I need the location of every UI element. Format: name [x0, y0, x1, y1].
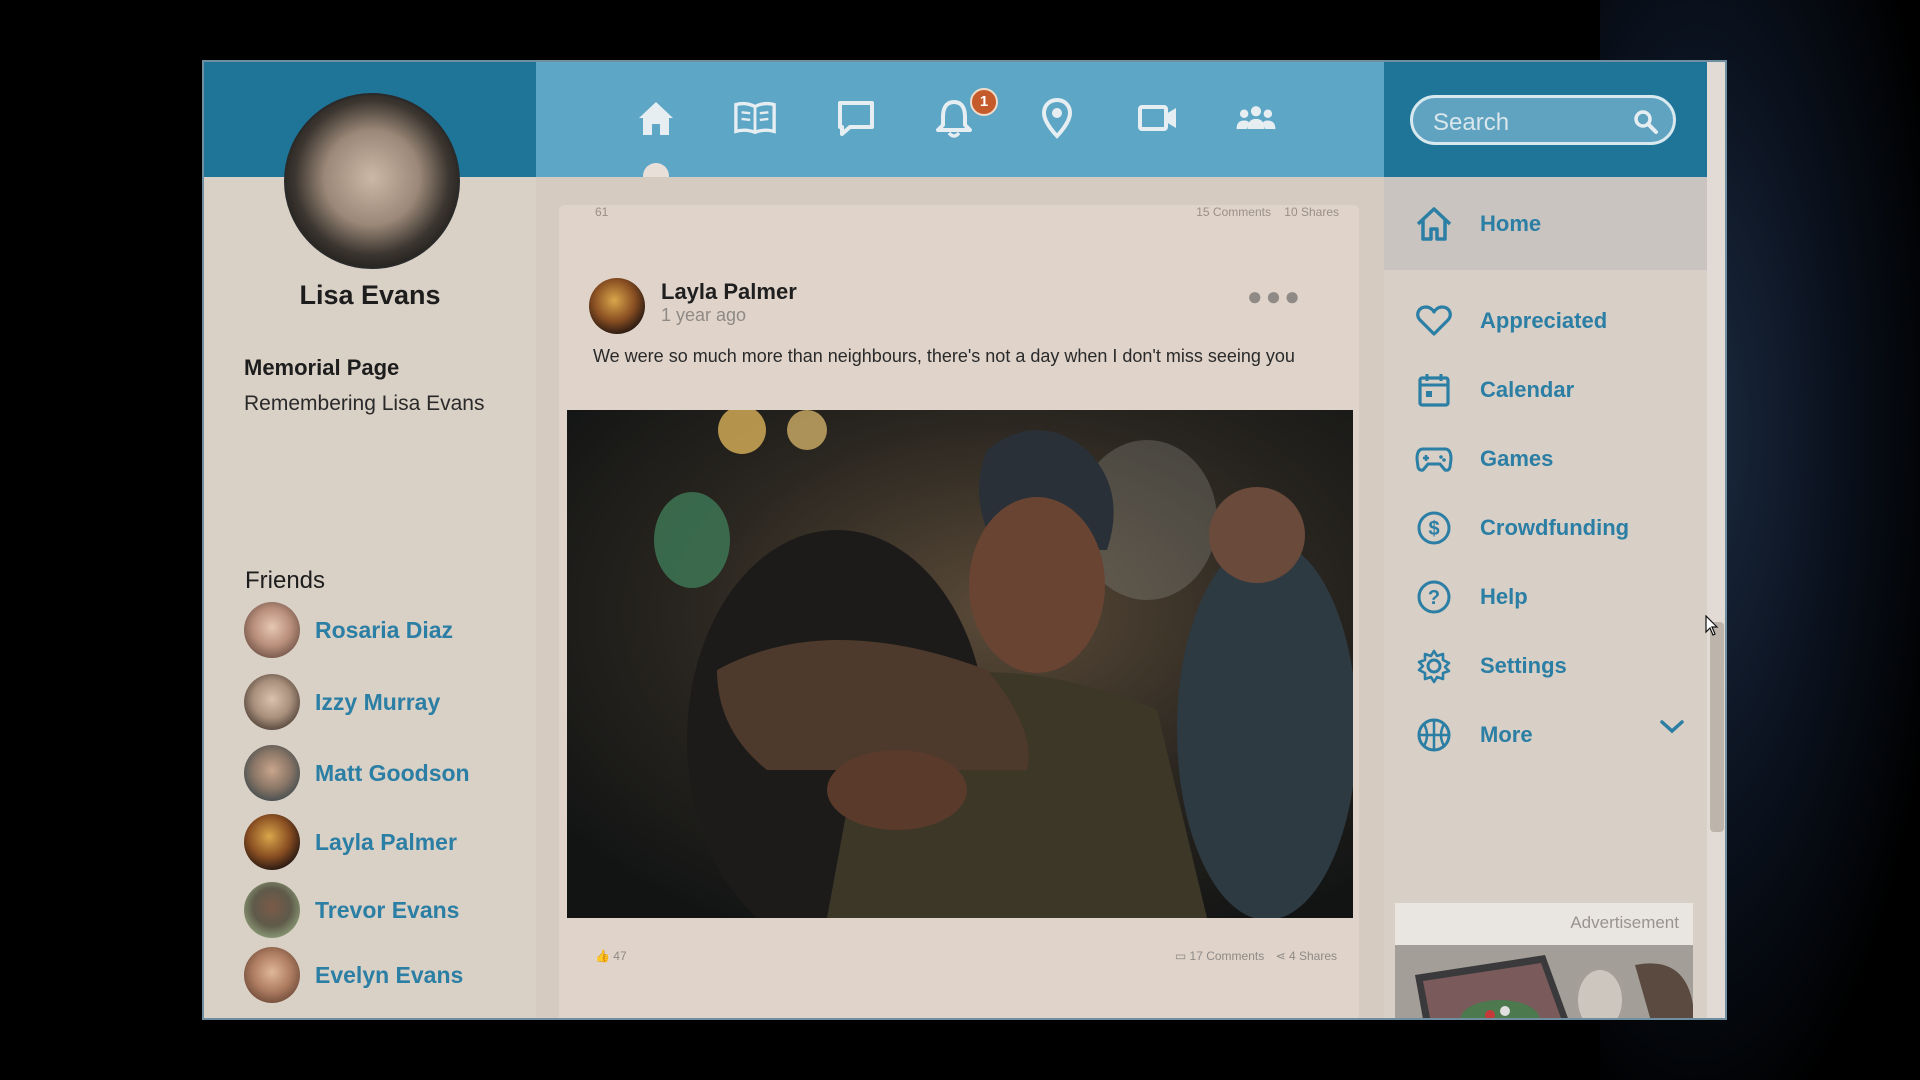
post-stats: ▭ 17 Comments ⋖ 4 Shares	[1175, 949, 1337, 963]
share-icon: ⋖	[1275, 949, 1286, 963]
previous-post-stats: 15 Comments 10 Shares	[1196, 205, 1339, 219]
sidebar-item-appreciated[interactable]: Appreciated	[1414, 301, 1607, 341]
friend-name[interactable]: Layla Palmer	[315, 829, 457, 856]
sidebar-item-calendar[interactable]: Calendar	[1414, 370, 1574, 410]
avatar	[244, 947, 300, 1003]
search-placeholder: Search	[1433, 109, 1510, 136]
post-likes[interactable]: 👍 47	[595, 949, 627, 963]
help-icon: ?	[1414, 577, 1454, 617]
post-text: We were so much more than neighbours, th…	[593, 346, 1295, 366]
chat-icon[interactable]	[834, 96, 878, 140]
sidebar-item-label: Crowdfunding	[1480, 515, 1630, 540]
sidebar-item-home[interactable]: Home	[1414, 204, 1541, 244]
friend-item[interactable]: Matt Goodson	[244, 745, 470, 801]
advertisement-label: Advertisement	[1570, 913, 1679, 932]
calendar-icon	[1414, 370, 1454, 410]
friend-name[interactable]: Evelyn Evans	[315, 962, 463, 989]
sidebar-item-label: More	[1480, 722, 1533, 747]
friend-item[interactable]: Evelyn Evans	[244, 947, 463, 1003]
sidebar-item-label: Settings	[1480, 653, 1567, 678]
gear-icon	[1414, 646, 1454, 686]
advertisement[interactable]: Advertisement	[1395, 903, 1693, 1018]
home-icon[interactable]	[634, 96, 678, 140]
post-comments[interactable]: 17 Comments	[1190, 949, 1265, 963]
sidebar-item-label: Games	[1480, 446, 1554, 471]
group-icon[interactable]	[1234, 96, 1278, 140]
mouse-cursor-icon	[1705, 614, 1719, 642]
friend-item[interactable]: Izzy Murray	[244, 674, 440, 730]
top-navigation: 1	[536, 62, 1384, 189]
comment-icon: ▭	[1174, 949, 1187, 963]
post-photo[interactable]	[567, 410, 1353, 918]
scrollbar[interactable]	[1707, 62, 1725, 1018]
avatar	[244, 602, 300, 658]
previous-post-likes: 61	[595, 205, 609, 219]
profile-name: Lisa Evans	[299, 280, 441, 310]
sidebar-item-games[interactable]: Games	[1414, 439, 1553, 479]
bell-icon[interactable]: 1	[932, 88, 998, 140]
advertisement-image[interactable]	[1395, 945, 1693, 1018]
post-shares[interactable]: 4 Shares	[1289, 949, 1337, 963]
video-icon[interactable]	[1136, 96, 1180, 140]
notification-badge: 1	[970, 88, 998, 116]
book-icon[interactable]	[733, 96, 777, 140]
sidebar-item-label: Appreciated	[1480, 308, 1608, 333]
svg-text:$: $	[1428, 518, 1439, 540]
friend-name[interactable]: Trevor Evans	[315, 897, 459, 924]
post-like-count: 47	[613, 949, 627, 963]
search-input[interactable]: Search	[1410, 95, 1676, 145]
post-author[interactable]: Layla Palmer	[661, 279, 797, 305]
previous-post-comments[interactable]: 15 Comments	[1196, 205, 1271, 219]
sidebar-item-label: Home	[1480, 211, 1542, 236]
sidebar-item-crowdfunding[interactable]: $ Crowdfunding	[1414, 508, 1629, 548]
post-time: 1 year ago	[661, 305, 747, 325]
chevron-down-icon[interactable]	[1659, 719, 1685, 740]
friend-name[interactable]: Izzy Murray	[315, 689, 440, 716]
post-author-avatar[interactable]	[589, 278, 645, 334]
memorial-subtitle: Remembering Lisa Evans	[244, 392, 485, 415]
heart-icon	[1414, 301, 1454, 341]
friends-title: Friends	[245, 567, 326, 594]
friend-name[interactable]: Matt Goodson	[315, 760, 470, 787]
friend-item[interactable]: Layla Palmer	[244, 814, 457, 870]
basketball-icon	[1414, 715, 1454, 755]
dollar-icon: $	[1414, 508, 1454, 548]
avatar	[244, 674, 300, 730]
svg-text:?: ?	[1428, 587, 1440, 609]
sidebar-item-more[interactable]: More	[1414, 715, 1704, 755]
thumbs-up-icon: 👍	[595, 949, 610, 963]
search-icon[interactable]	[1633, 109, 1659, 140]
friend-item[interactable]: Trevor Evans	[244, 882, 459, 938]
avatar	[244, 745, 300, 801]
app-window: Lisa Evans Memorial Page Remembering Lis…	[202, 60, 1727, 1020]
memorial-title: Memorial Page	[244, 355, 400, 380]
location-pin-icon[interactable]	[1035, 96, 1079, 140]
friend-item[interactable]: Rosaria Diaz	[244, 602, 453, 658]
previous-post-shares[interactable]: 10 Shares	[1284, 205, 1339, 219]
gamepad-icon	[1414, 439, 1454, 479]
sidebar-item-help[interactable]: ? Help	[1414, 577, 1528, 617]
post-options-icon[interactable]: ●●●	[1247, 283, 1303, 309]
sidebar-item-settings[interactable]: Settings	[1414, 646, 1567, 686]
search-header: Search	[1384, 62, 1707, 177]
friend-name[interactable]: Rosaria Diaz	[315, 617, 453, 644]
feed: 61 15 Comments 10 Shares Layla Palmer 1 …	[536, 177, 1384, 1018]
post-card: 61 15 Comments 10 Shares Layla Palmer 1 …	[559, 205, 1359, 1018]
avatar	[244, 882, 300, 938]
sidebar-item-label: Calendar	[1480, 377, 1575, 402]
home-icon	[1414, 204, 1454, 244]
sidebar: Home Appreciated Calendar Games $ Crowdf…	[1384, 177, 1707, 1018]
scrollbar-thumb[interactable]	[1710, 622, 1724, 832]
profile-avatar[interactable]	[284, 93, 460, 269]
avatar	[244, 814, 300, 870]
sidebar-item-label: Help	[1480, 584, 1528, 609]
